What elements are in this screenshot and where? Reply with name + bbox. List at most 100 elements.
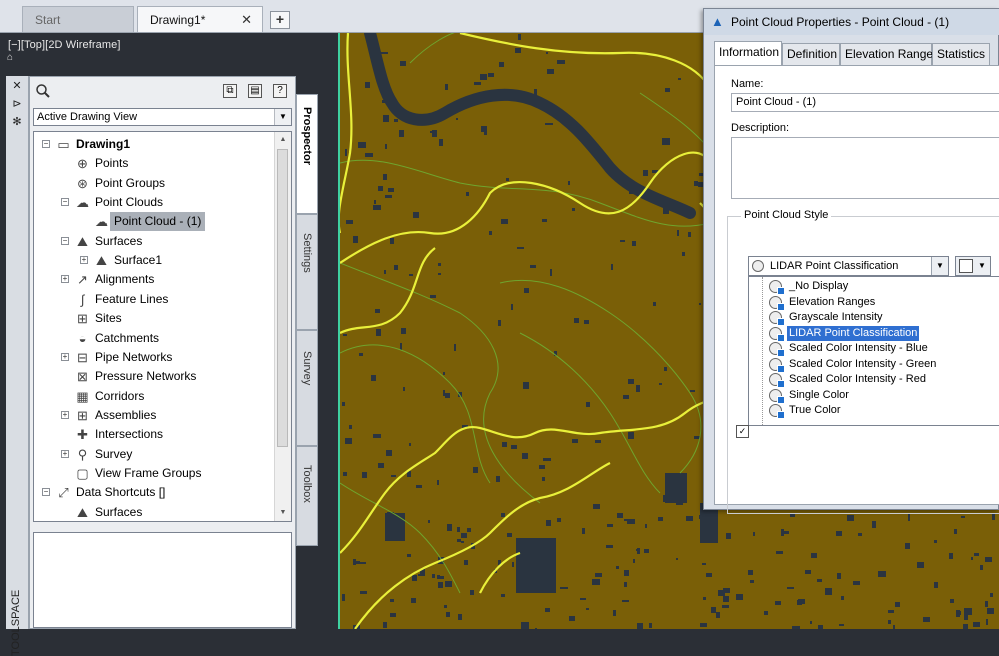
style-option[interactable]: Grayscale Intensity	[749, 310, 999, 326]
tree-expander-icon[interactable]: −	[61, 236, 69, 245]
point-cloud-style-dropdown-list: _No Display Elevation Ranges Grayscale Int…	[748, 276, 999, 426]
tree-expander-icon[interactable]: +	[61, 410, 69, 419]
tree-item[interactable]: ⊞ Sites	[34, 309, 274, 328]
tree-item[interactable]: ⊕ Points	[34, 154, 274, 173]
close-icon[interactable]: ✕	[11, 80, 23, 92]
river	[364, 33, 696, 219]
tree-item[interactable]: − ☁ Point Clouds	[34, 193, 274, 212]
style-option-label: Scaled Color Intensity - Green	[789, 357, 937, 370]
tree-item[interactable]: − ⛰ Surfaces	[34, 232, 274, 251]
auto-hide-icon[interactable]: ⊳	[11, 98, 23, 110]
tree-item[interactable]: ⛰ Surfaces	[34, 503, 274, 521]
tab-drawing1[interactable]: Drawing1* ✕	[137, 6, 263, 32]
tree-item[interactable]: + ⚲ Survey	[34, 445, 274, 464]
tree-item-label: Surface1	[114, 253, 163, 268]
tree-item-label: Drawing1	[76, 137, 131, 151]
description-field[interactable]	[731, 137, 999, 199]
scroll-thumb[interactable]	[277, 149, 288, 447]
chevron-down-icon[interactable]: ▼	[274, 109, 291, 125]
toggle-view-icon[interactable]: ⧉	[223, 84, 237, 98]
name-field[interactable]: Point Cloud - (1)	[731, 93, 999, 112]
point-cloud-style-icon	[769, 373, 785, 388]
tab-information[interactable]: Information	[714, 41, 782, 65]
style-option-label: Grayscale Intensity	[789, 311, 883, 323]
tree-expander-icon[interactable]: +	[61, 275, 69, 284]
tree-item[interactable]: − ⤢ Data Shortcuts []	[34, 483, 274, 502]
point-cloud-style-label: Point Cloud Style	[741, 209, 832, 221]
drawing-view-select[interactable]: Active Drawing View ▼	[33, 108, 292, 126]
properties-gear-icon[interactable]: ✻	[11, 116, 23, 128]
scroll-up-icon[interactable]: ▲	[275, 132, 291, 148]
style-option[interactable]: Elevation Ranges	[749, 295, 999, 311]
view-frame-groups-icon: ▢	[76, 465, 89, 481]
style-option[interactable]: Single Color	[749, 388, 999, 404]
dialog-title-bar[interactable]: ▲ Point Cloud Properties - Point Cloud -…	[704, 9, 999, 35]
corridors-icon: ▦	[76, 388, 89, 404]
tab-drawing1-label: Drawing1*	[150, 13, 206, 27]
chevron-down-icon[interactable]: ▼	[978, 258, 986, 274]
tree-item[interactable]: + ⛰ Surface1	[34, 251, 274, 270]
tree-item[interactable]: ◒ Catchments	[34, 329, 274, 348]
tree-item[interactable]: + ↗ Alignments	[34, 270, 274, 289]
style-option[interactable]: Scaled Color Intensity - Green	[749, 357, 999, 373]
tab-elevation-ranges[interactable]: Elevation Ranges	[840, 43, 939, 65]
tab-toolbox-label: Toolbox	[301, 465, 313, 503]
style-option[interactable]: _No Display	[749, 279, 999, 295]
tree-scrollbar[interactable]: ▲ ▼	[274, 132, 291, 521]
tab-toolbox[interactable]: Toolbox	[296, 446, 318, 546]
surface-icon: ⛰	[96, 253, 107, 269]
tree-item[interactable]: ⊛ Point Groups	[34, 174, 274, 193]
tree-item[interactable]: ✚ Intersections	[34, 425, 274, 444]
tree-item-label: Surfaces	[95, 233, 143, 248]
tree-item[interactable]: ∫ Feature Lines	[34, 290, 274, 309]
chevron-down-icon[interactable]: ▼	[931, 257, 948, 275]
tab-survey[interactable]: Survey	[296, 330, 318, 446]
checkbox[interactable]: ✓	[736, 425, 749, 438]
style-option[interactable]: LIDAR Point Classification	[749, 325, 999, 342]
points-icon: ⊕	[77, 156, 88, 172]
description-label: Description:	[731, 122, 790, 134]
item-view-icon[interactable]	[35, 83, 51, 99]
tab-definition[interactable]: Definition	[782, 43, 840, 65]
style-option-label: Single Color	[789, 388, 849, 401]
point-cloud-style-select[interactable]: LIDAR Point Classification ▼	[748, 256, 949, 276]
tree-item-label: Point Clouds	[95, 195, 164, 210]
tree-expander-icon[interactable]: −	[42, 140, 50, 148]
edit-style-button[interactable]: ▼	[955, 256, 991, 276]
tree-item-label: Survey	[95, 446, 133, 461]
tree-expander-icon[interactable]: +	[61, 449, 69, 458]
tree-item[interactable]: ☁ Point Cloud - (1)	[34, 212, 274, 232]
style-option-label: _No Display	[789, 280, 849, 292]
style-option[interactable]: True Color	[749, 403, 999, 419]
assemblies-icon: ⊞	[77, 407, 88, 423]
point-groups-icon: ⊛	[77, 175, 88, 191]
tab-start[interactable]: Start	[22, 6, 134, 32]
tree-item[interactable]: + ⊞ Assemblies	[34, 406, 274, 425]
tab-settings[interactable]: Settings	[296, 214, 318, 330]
tab-prospector[interactable]: Prospector	[296, 94, 318, 214]
style-option-label: LIDAR Point Classification	[787, 325, 920, 341]
tab-statistics[interactable]: Statistics	[932, 43, 990, 65]
style-option[interactable]: Scaled Color Intensity - Red	[749, 372, 999, 388]
tree-item[interactable]: ▦ Corridors	[34, 387, 274, 406]
tree-expander-icon[interactable]: −	[42, 488, 50, 497]
catchments-icon: ◒	[78, 330, 87, 346]
style-option[interactable]: Scaled Color Intensity - Blue	[749, 341, 999, 357]
tree-item[interactable]: ▢ View Frame Groups	[34, 464, 274, 483]
viewport-controls-label[interactable]: [−][Top][2D Wireframe]	[8, 39, 121, 51]
help-icon[interactable]: ?	[273, 84, 287, 98]
tree-expander-icon[interactable]: +	[61, 352, 69, 361]
tree-expander-icon[interactable]: −	[61, 198, 69, 207]
panel-layout-icon[interactable]: ▤	[248, 84, 262, 98]
tree-item[interactable]: ⊠ Pressure Networks	[34, 367, 274, 386]
point-cloud-style-value: LIDAR Point Classification	[770, 260, 899, 272]
point-clouds-icon: ☁	[76, 195, 89, 211]
tree-item-label: Pressure Networks	[95, 369, 197, 384]
tree-item[interactable]: + ⊟ Pipe Networks	[34, 348, 274, 367]
close-tab-icon[interactable]: ✕	[241, 7, 252, 33]
style-option-label: Scaled Color Intensity - Blue	[789, 342, 928, 354]
new-tab-button[interactable]: +	[270, 11, 290, 29]
tree-expander-icon[interactable]: +	[80, 256, 88, 265]
tree-item[interactable]: − ▭ Drawing1	[34, 135, 274, 154]
scroll-down-icon[interactable]: ▼	[275, 505, 291, 521]
